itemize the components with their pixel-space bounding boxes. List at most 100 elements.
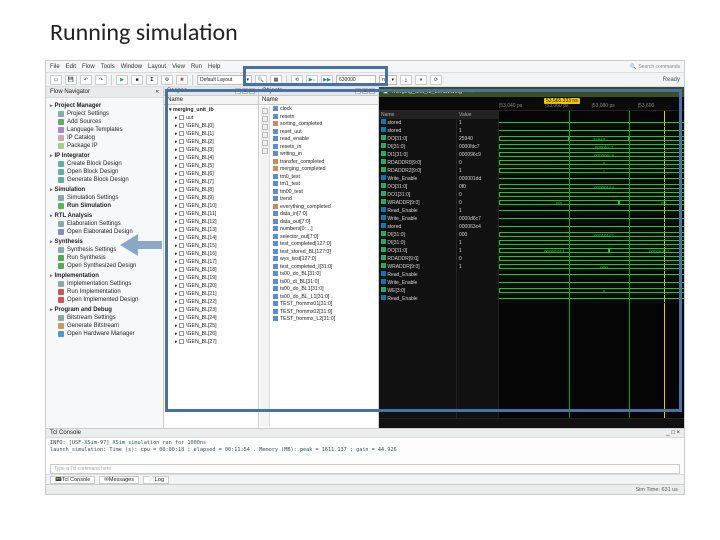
pane-btn[interactable] — [242, 88, 248, 94]
scope-root[interactable]: ▾ merging_unit_tb — [165, 106, 257, 114]
object-signal[interactable]: numbers[0:…] — [270, 226, 377, 234]
wave-signal-name[interactable]: Read_Enable — [379, 207, 456, 215]
wave-signal-name[interactable]: WRADDR[9:0] — [379, 263, 456, 271]
pane-btn[interactable] — [249, 88, 255, 94]
pane-btn[interactable] — [355, 88, 361, 94]
wave-row[interactable] — [499, 119, 684, 127]
wave-signal-name[interactable]: DO[31:0] — [379, 135, 456, 143]
object-signal[interactable]: wys_test[127:0] — [270, 256, 377, 264]
menu-tools[interactable]: Tools — [101, 64, 115, 70]
flow-item[interactable]: Generate Bitstream — [48, 322, 161, 330]
object-signal[interactable]: test_completed_I[31:0] — [270, 264, 377, 272]
wave-signal-name[interactable]: WE[3:0] — [379, 287, 456, 295]
new-button[interactable]: ▭ — [50, 75, 62, 85]
settings-button[interactable]: ⚙ — [161, 75, 173, 85]
flow-item[interactable]: Run Simulation — [48, 202, 161, 210]
scope-item[interactable]: ▸ \GEN_BL[4] — [165, 154, 257, 162]
flow-item[interactable]: Implementation Settings — [48, 280, 161, 288]
run-time-input[interactable]: 630000 — [336, 75, 376, 85]
object-signal[interactable]: tm1_test — [270, 181, 377, 189]
restart-button[interactable]: ⟲ — [291, 75, 303, 85]
flow-item[interactable]: Open Hardware Manager — [48, 330, 161, 338]
scope-item[interactable]: ▸ \GEN_BL[7] — [165, 178, 257, 186]
object-signal[interactable]: transfer_completed — [270, 159, 377, 167]
scope-item[interactable]: ▸ \GEN_BL[12] — [165, 218, 257, 226]
object-signal[interactable]: selector_out[7:0] — [270, 234, 377, 242]
object-signal[interactable]: read_enable — [270, 136, 377, 144]
filter-btn[interactable] — [262, 132, 268, 138]
scope-item[interactable]: ▸ \GEN_BL[15] — [165, 242, 257, 250]
wave-row[interactable] — [499, 271, 684, 279]
scope-item[interactable]: ▸ \GEN_BL[0] — [165, 122, 257, 130]
wave-signal-name[interactable]: RDADDR2[9:0] — [379, 167, 456, 175]
zoom-button[interactable]: 🔍 — [255, 75, 267, 85]
menu-window[interactable]: Window — [121, 64, 142, 70]
flow-item[interactable]: Open Elaborated Design — [48, 228, 161, 236]
wave-signal-name[interactable]: RDADDR[9:0] — [379, 255, 456, 263]
wave-row[interactable] — [499, 175, 684, 183]
wave-row[interactable]: 000001d4 — [499, 183, 684, 191]
object-signal[interactable]: tm0_test — [270, 174, 377, 182]
relaunch-button[interactable]: ⟳ — [430, 75, 442, 85]
object-signal[interactable]: resetn_in — [270, 144, 377, 152]
wave-signal-name[interactable]: Write_Enable — [379, 215, 456, 223]
tcl-command-input[interactable]: Type a Tcl command here — [50, 464, 680, 474]
object-signal[interactable]: clock — [270, 106, 377, 114]
wave-row[interactable] — [499, 223, 684, 231]
flow-item[interactable]: Bitstream Settings — [48, 314, 161, 322]
menu-help[interactable]: Help — [208, 64, 220, 70]
filter-btn[interactable] — [262, 124, 268, 130]
object-signal[interactable]: trend — [270, 196, 377, 204]
flow-group[interactable]: IP Integrator — [50, 153, 161, 159]
scope-item[interactable]: ▸ \GEN_BL[17] — [165, 258, 257, 266]
flow-item[interactable]: Generate Block Design — [48, 176, 161, 184]
object-signal[interactable]: ts00_do_BL_L1[31:0] — [270, 294, 377, 302]
wave-row[interactable]: 0 — [499, 159, 684, 167]
scope-item[interactable]: ▸ \GEN_BL[20] — [165, 282, 257, 290]
tab-messages[interactable]: ✉ Messages — [99, 476, 139, 484]
flow-item[interactable]: Create Block Design — [48, 160, 161, 168]
wave-row[interactable] — [499, 255, 684, 263]
tab-log[interactable]: 📄 Log — [143, 476, 169, 484]
scope-item[interactable]: ▸ \GEN_BL[27] — [165, 338, 257, 346]
wave-signal-name[interactable]: Write_Enable — [379, 279, 456, 287]
object-signal[interactable]: ts00_do_BL[31:0] — [270, 271, 377, 279]
wave-signal-name[interactable]: DI[31:0] — [379, 143, 456, 151]
flow-item[interactable]: Open Block Design — [48, 168, 161, 176]
wave-row[interactable]: 000101d7 — [499, 231, 684, 239]
redo-button[interactable]: ↷ — [95, 75, 107, 85]
flow-item[interactable]: Package IP — [48, 142, 161, 150]
wave-signal-name[interactable]: DO[31:0] — [379, 183, 456, 191]
wave-row[interactable]: 0006034d000063b4 — [499, 247, 684, 255]
wave-row[interactable] — [499, 127, 684, 135]
object-signal[interactable]: TEST_frommx02[31:0] — [270, 309, 377, 317]
scope-item[interactable]: ▸ uut — [165, 114, 257, 122]
object-signal[interactable]: ts00_di_BL[31:0] — [270, 279, 377, 287]
filter-btn[interactable] — [262, 116, 268, 122]
menu-edit[interactable]: Edit — [66, 64, 76, 70]
filter-btn[interactable] — [262, 108, 268, 114]
sigma-button[interactable]: Σ — [146, 75, 158, 85]
filter-btn[interactable] — [262, 140, 268, 146]
scope-item[interactable]: ▸ \GEN_BL[11] — [165, 210, 257, 218]
scope-item[interactable]: ▸ \GEN_BL[23] — [165, 306, 257, 314]
wave-row[interactable] — [499, 207, 684, 215]
object-signal[interactable]: test_stored_BL[127:0] — [270, 249, 377, 257]
flow-item[interactable]: Simulation Settings — [48, 194, 161, 202]
pane-btn[interactable] — [369, 88, 375, 94]
wave-row[interactable] — [499, 279, 684, 287]
wave-signal-name[interactable]: Write_Enable — [379, 175, 456, 183]
step-button[interactable]: ⤓ — [400, 75, 412, 85]
stop-button[interactable]: ■ — [131, 75, 143, 85]
layout-dropdown[interactable]: Default Layout▾ — [197, 75, 252, 85]
pane-btn[interactable] — [235, 88, 241, 94]
flow-group[interactable]: RTL Analysis — [50, 213, 161, 219]
scope-item[interactable]: ▸ \GEN_BL[19] — [165, 274, 257, 282]
run-all-button[interactable]: ▶▶ — [321, 75, 333, 85]
object-signal[interactable]: writing_in — [270, 151, 377, 159]
wave-signal-name[interactable]: Read_Enable — [379, 295, 456, 303]
wave-row[interactable] — [499, 295, 684, 303]
wave-signal-name[interactable]: stored — [379, 223, 456, 231]
wave-signal-name[interactable]: WRADDR[9:0] — [379, 199, 456, 207]
object-signal[interactable]: everything_completed — [270, 204, 377, 212]
